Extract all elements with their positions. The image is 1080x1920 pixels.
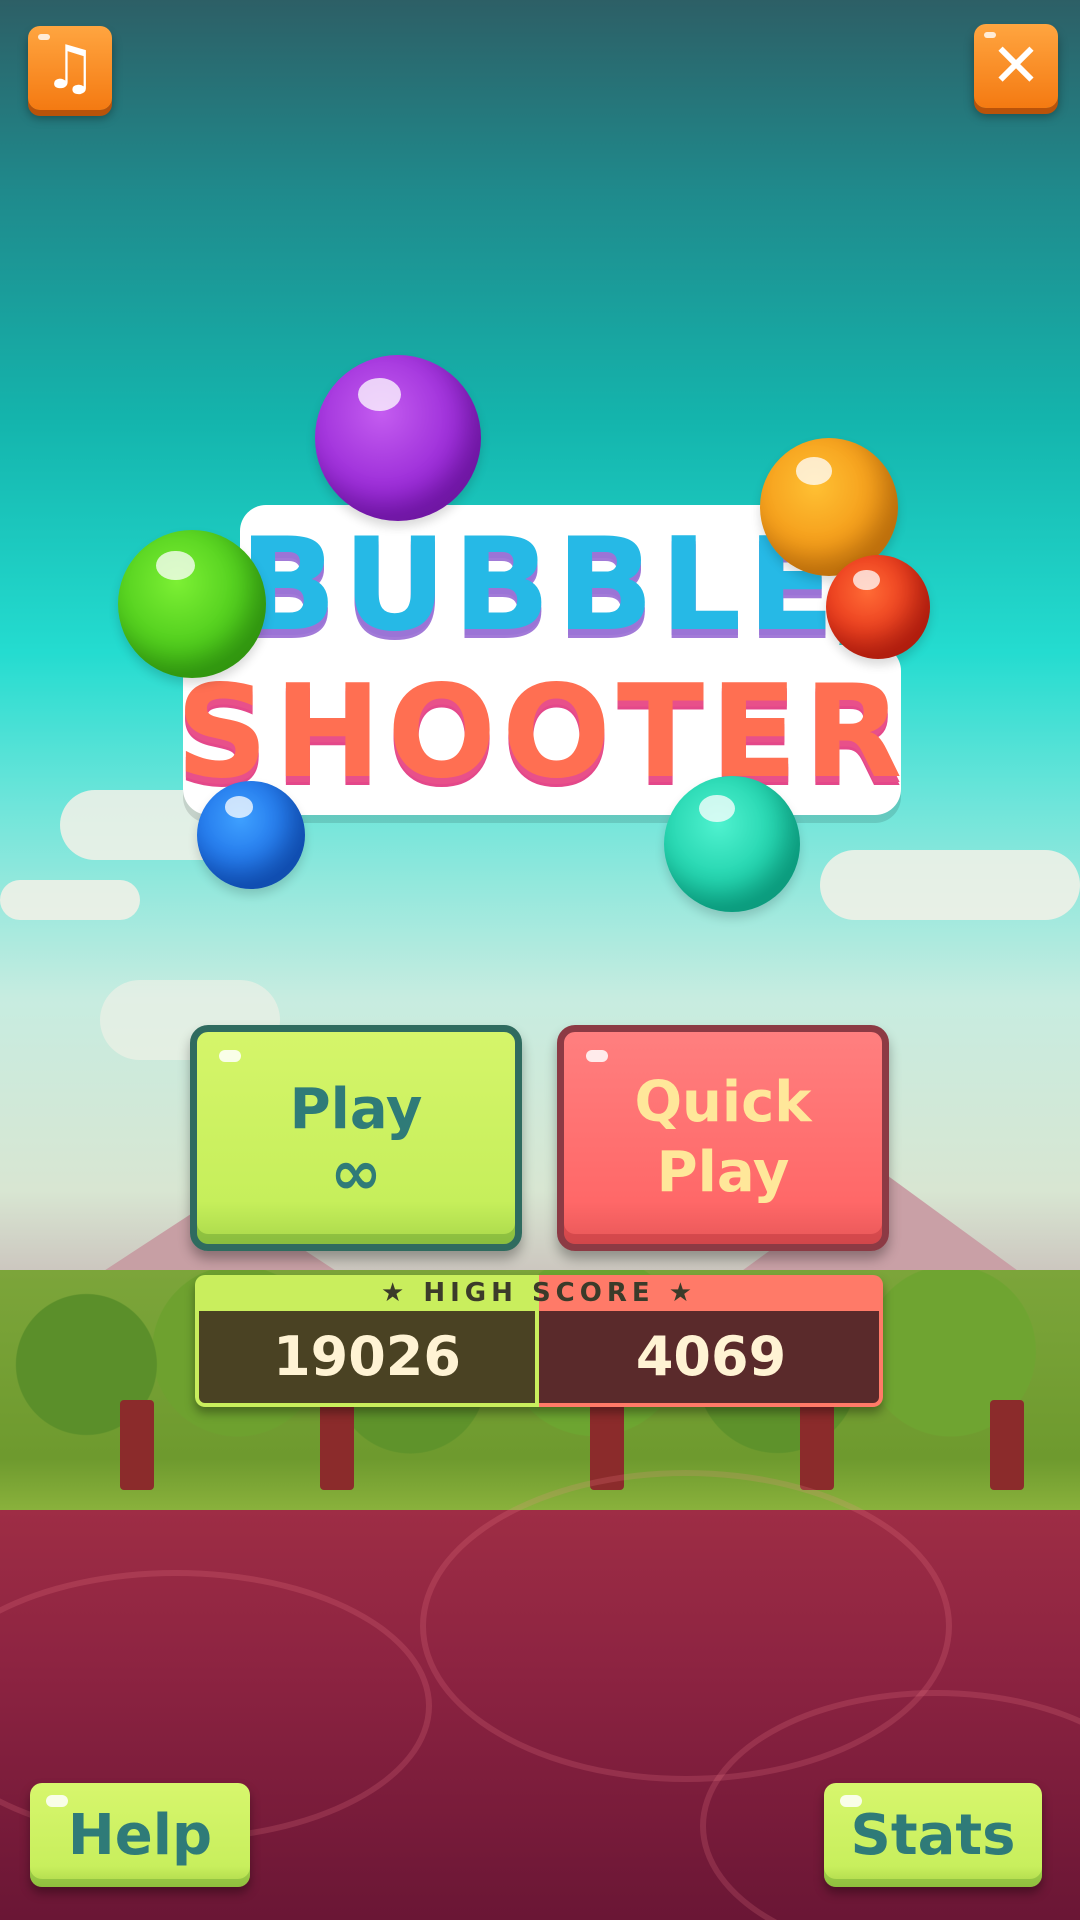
quick-play-label-line2: Play bbox=[656, 1140, 790, 1205]
music-note-icon: ♫ bbox=[43, 33, 97, 103]
play-endless-button[interactable]: Play ∞ bbox=[190, 1025, 522, 1251]
purple-bubble bbox=[315, 355, 481, 521]
stats-label: Stats bbox=[850, 1802, 1016, 1868]
close-icon: ✕ bbox=[990, 31, 1042, 101]
green-bubble bbox=[118, 530, 266, 678]
teal-bubble bbox=[664, 776, 800, 912]
tree-trunk bbox=[800, 1400, 834, 1490]
red-bubble bbox=[826, 555, 930, 659]
play-high-score-value: 19026 bbox=[273, 1324, 461, 1388]
tree-trunk bbox=[990, 1400, 1024, 1490]
quick-play-high-score-value: 4069 bbox=[635, 1324, 787, 1388]
help-button[interactable]: Help bbox=[30, 1783, 250, 1887]
stats-button[interactable]: Stats bbox=[824, 1783, 1042, 1887]
logo-title-line2: SHOOTER bbox=[175, 658, 909, 807]
blue-bubble bbox=[197, 781, 305, 889]
play-label: Play bbox=[289, 1077, 423, 1142]
high-score-panel: ★ HIGH SCORE ★ 19026 4069 bbox=[195, 1275, 883, 1407]
quick-play-button[interactable]: Quick Play bbox=[557, 1025, 889, 1251]
close-button[interactable]: ✕ bbox=[974, 24, 1058, 108]
logo-title-line1: BUBBLE bbox=[239, 510, 841, 660]
tree-trunk bbox=[120, 1400, 154, 1490]
high-score-title: ★ HIGH SCORE ★ bbox=[381, 1278, 697, 1308]
infinity-icon: ∞ bbox=[330, 1136, 382, 1209]
background-cloud bbox=[820, 850, 1080, 920]
tree-trunk bbox=[320, 1400, 354, 1490]
help-label: Help bbox=[67, 1802, 213, 1868]
music-toggle-button[interactable]: ♫ bbox=[28, 26, 112, 110]
background-cloud bbox=[0, 880, 140, 920]
quick-play-label-line1: Quick bbox=[634, 1070, 812, 1135]
game-screen: ♫ ✕ BUBBLE SHOOTER Play ∞ Quick Play ★ H… bbox=[0, 0, 1080, 1920]
